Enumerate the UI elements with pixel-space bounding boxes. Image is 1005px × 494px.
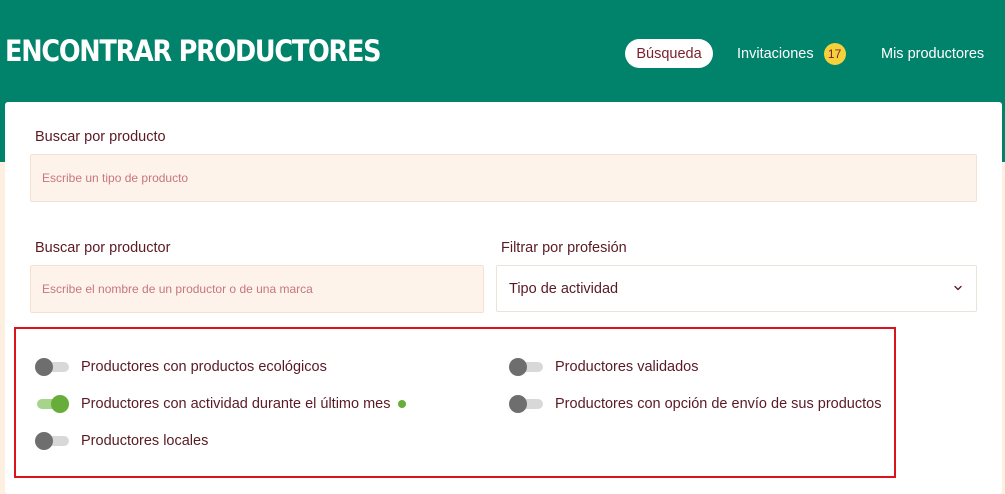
filter-envio[interactable]: Productores con opción de envío de sus p… [509, 395, 881, 413]
ecologicos-label: Productores con productos ecológicos [81, 359, 327, 375]
tab-invitaciones[interactable]: Invitaciones 17 [737, 39, 846, 68]
producto-search-label: Buscar por producto [35, 129, 166, 145]
profesion-select-value: Tipo de actividad [509, 280, 619, 297]
validados-toggle-switch[interactable] [509, 358, 543, 376]
filter-validados[interactable]: Productores validados [509, 358, 698, 376]
envio-label: Productores con opción de envío de sus p… [555, 396, 882, 412]
tab-mis-productores[interactable]: Mis productores [881, 39, 984, 68]
validados-label: Productores validados [555, 359, 699, 375]
page-title: ENCONTRAR PRODUCTORES [5, 34, 382, 68]
filter-locales[interactable]: Productores locales [35, 432, 208, 450]
locales-toggle-switch[interactable] [35, 432, 69, 450]
active-indicator-dot [397, 400, 406, 408]
ecologicos-toggle-switch[interactable] [35, 358, 69, 376]
filter-ecologicos[interactable]: Productores con productos ecológicos [35, 358, 327, 376]
productor-search-input[interactable] [30, 265, 484, 313]
filter-actividad[interactable]: Productores con actividad durante el últ… [35, 395, 406, 413]
tab-invitaciones-label: Invitaciones [737, 45, 814, 62]
invitaciones-count-badge: 17 [823, 42, 846, 65]
actividad-label: Productores con actividad durante el últ… [81, 396, 391, 412]
envio-toggle-switch[interactable] [509, 395, 543, 413]
producto-search-input[interactable] [30, 154, 977, 202]
profesion-select[interactable]: Tipo de actividad [496, 265, 977, 312]
productor-search-label: Buscar por productor [35, 240, 171, 256]
tab-busqueda[interactable]: Búsqueda [625, 39, 713, 68]
chevron-down-icon [954, 285, 962, 291]
profesion-filter-label: Filtrar por profesión [501, 240, 627, 256]
actividad-toggle-switch[interactable] [35, 395, 69, 413]
locales-label: Productores locales [81, 433, 209, 449]
